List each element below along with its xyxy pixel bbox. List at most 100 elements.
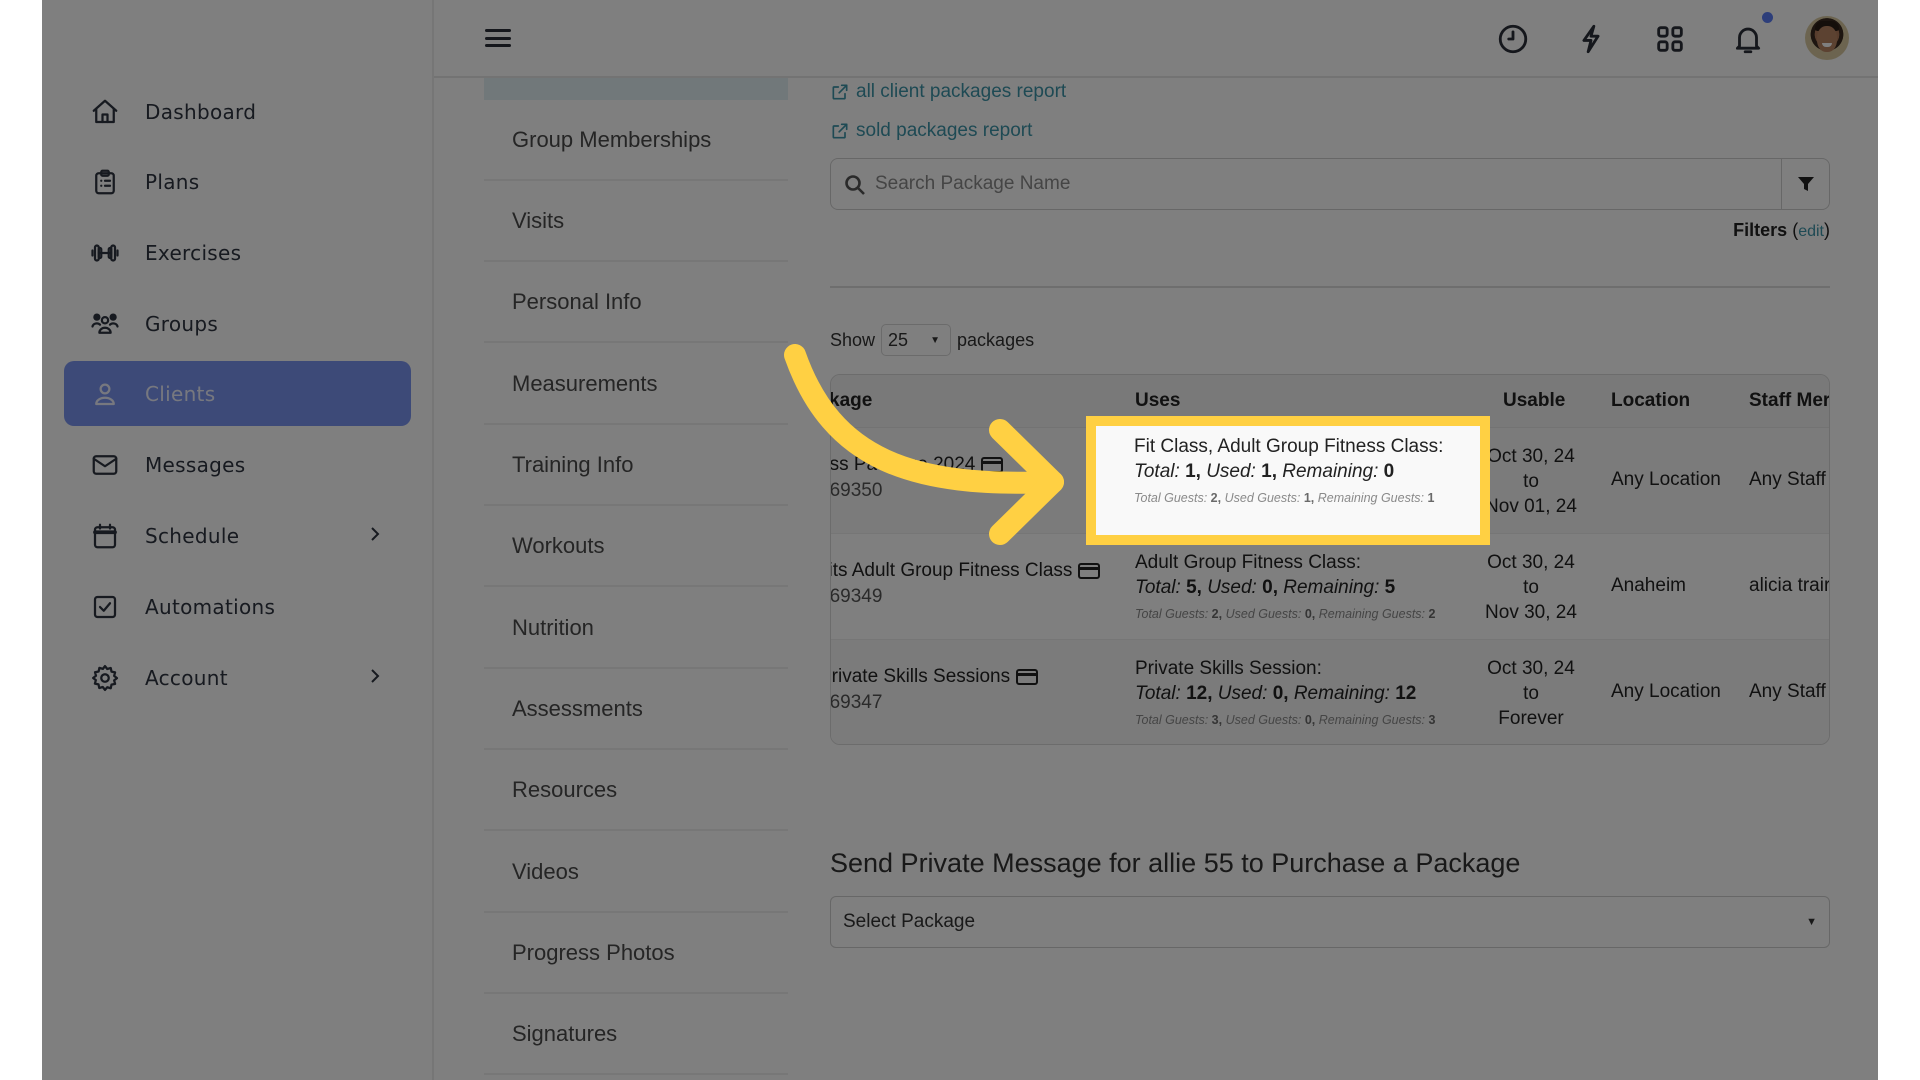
sidebar-item-exercises[interactable]: Exercises [64, 220, 411, 285]
count-label: Remaining Guests: [1318, 713, 1426, 727]
submenu-item-nutrition[interactable]: Nutrition [484, 588, 788, 669]
count-value: 0 [1383, 461, 1395, 482]
submenu-item-training-info[interactable]: Training Info [484, 425, 788, 506]
bell-icon[interactable] [1731, 22, 1765, 56]
submenu-item-personal-info[interactable]: Personal Info [484, 262, 788, 343]
usable-dates: Oct 30, 24 to Forever [1466, 656, 1596, 731]
clipboard-icon [90, 167, 120, 197]
col-package[interactable]: kage [831, 390, 872, 412]
package-search [830, 158, 1830, 210]
count-value: 1 [1427, 491, 1435, 505]
menu-icon[interactable] [485, 26, 511, 50]
usable-dates: Oct 30, 24 to Nov 30, 24 [1466, 550, 1596, 625]
table-row[interactable]: sits Adult Group Fitness Class 269349 Ad… [831, 534, 1829, 640]
sidebar-item-label: Exercises [145, 240, 242, 265]
submenu-item-measurements[interactable]: Measurements [484, 344, 788, 425]
search-package-input[interactable] [875, 159, 1755, 209]
sidebar-item-label: Dashboard [145, 99, 257, 124]
users-icon [90, 309, 120, 339]
sidebar-item-dashboard[interactable]: Dashboard [64, 79, 411, 144]
count-value: 0, [1262, 577, 1278, 598]
package-name[interactable]: Private Skills Sessions [831, 666, 1039, 688]
all-client-packages-report-link[interactable]: all client packages report [830, 81, 1066, 103]
filter-button[interactable] [1781, 159, 1829, 209]
package-name[interactable]: ess Package 2024 [831, 454, 1004, 476]
usable-to: Nov 30, 24 [1485, 602, 1577, 623]
submenu-active-item[interactable] [484, 78, 788, 100]
submenu-item-progress-photos[interactable]: Progress Photos [484, 913, 788, 994]
sidebar-item-plans[interactable]: Plans [64, 149, 411, 214]
sidebar-item-clients[interactable]: Clients [64, 361, 411, 426]
count-value: 2, [1210, 491, 1222, 505]
count-label: Used Guests: [1225, 607, 1302, 621]
location: Anaheim [1611, 575, 1686, 596]
credit-card-icon [1016, 669, 1039, 685]
page-size-select[interactable]: 25 ▼ [881, 324, 952, 356]
sidebar: Dashboard Plans Exercises Groups Clients… [42, 0, 434, 1080]
col-location[interactable]: Location [1611, 390, 1690, 412]
caret-down-icon: ▼ [930, 334, 941, 346]
usable-to-word: to [1523, 683, 1539, 704]
count-label: Used: [1217, 683, 1268, 704]
count-label: Remaining Guests: [1317, 491, 1425, 505]
avatar[interactable] [1805, 16, 1849, 60]
package-id: 269347 [830, 692, 883, 713]
count-value: 1, [1303, 491, 1315, 505]
uses-title: Private Skills Session: [1135, 658, 1322, 679]
col-uses[interactable]: Uses [1135, 390, 1180, 412]
sidebar-item-messages[interactable]: Messages [64, 432, 411, 497]
sidebar-item-account[interactable]: Account [64, 645, 411, 710]
col-staff[interactable]: Staff Mer [1749, 390, 1829, 412]
count-value: 0, [1304, 713, 1316, 727]
submenu-item-signatures[interactable]: Signatures [484, 994, 788, 1075]
count-label: Used Guests: [1225, 713, 1302, 727]
filter-icon [1797, 177, 1814, 191]
col-usable[interactable]: Usable [1503, 390, 1565, 412]
count-label: Used: [1207, 577, 1257, 598]
page-size-value: 25 [888, 329, 909, 350]
show-label: Show [830, 329, 876, 350]
count-label: Total: [1135, 683, 1181, 704]
count-value: 1, [1261, 461, 1277, 482]
sidebar-item-label: Plans [145, 169, 200, 194]
highlighted-uses-cell[interactable]: Fit Class, Adult Group Fitness Class: To… [1096, 426, 1480, 535]
clock-icon[interactable] [1496, 22, 1530, 56]
count-label: Total Guests: [1135, 713, 1209, 727]
count-label: Total: [1134, 461, 1180, 482]
sidebar-item-label: Schedule [145, 523, 240, 548]
submenu-item-group-memberships[interactable]: Group Memberships [484, 100, 788, 181]
count-label: Used: [1206, 461, 1256, 482]
sidebar-item-groups[interactable]: Groups [64, 291, 411, 356]
table-row[interactable]: Private Skills Sessions 269347 Private S… [830, 640, 1829, 744]
sidebar-item-label: Groups [145, 311, 219, 336]
private-message-heading: Send Private Message for allie 55 to Pur… [830, 848, 1521, 878]
sold-packages-report-link[interactable]: sold packages report [830, 120, 1032, 142]
count-value: 3, [1211, 713, 1223, 727]
dumbbell-icon [90, 238, 120, 268]
submenu-item-workouts[interactable]: Workouts [484, 506, 788, 587]
sidebar-item-schedule[interactable]: Schedule [64, 503, 411, 568]
caret-down-icon: ▼ [1806, 916, 1817, 928]
select-package-dropdown[interactable]: Select Package ▼ [830, 896, 1830, 948]
user-icon [90, 379, 120, 409]
sidebar-item-label: Automations [145, 594, 276, 619]
submenu-item-videos[interactable]: Videos [484, 832, 788, 913]
submenu-item-resources[interactable]: Resources [484, 750, 788, 831]
count-value: 2, [1211, 607, 1223, 621]
filters-edit-link[interactable]: edit [1798, 223, 1824, 240]
count-label: Remaining: [1282, 461, 1379, 482]
grid-icon[interactable] [1653, 22, 1687, 56]
chevron-right-icon [367, 523, 383, 548]
sidebar-item-automations[interactable]: Automations [64, 574, 411, 639]
sidebar-item-label: Account [145, 665, 228, 690]
mail-icon [90, 450, 120, 480]
lightning-icon[interactable] [1574, 22, 1608, 56]
submenu-item-visits[interactable]: Visits [484, 181, 788, 262]
chevron-right-icon [367, 665, 383, 690]
submenu-item-assessments[interactable]: Assessments [484, 669, 788, 750]
link-label: all client packages report [856, 81, 1067, 102]
filters-label: Filters [1733, 220, 1788, 240]
count-label: Used Guests: [1224, 491, 1301, 505]
package-id: 269350 [830, 480, 883, 501]
package-name[interactable]: sits Adult Group Fitness Class [831, 560, 1101, 582]
